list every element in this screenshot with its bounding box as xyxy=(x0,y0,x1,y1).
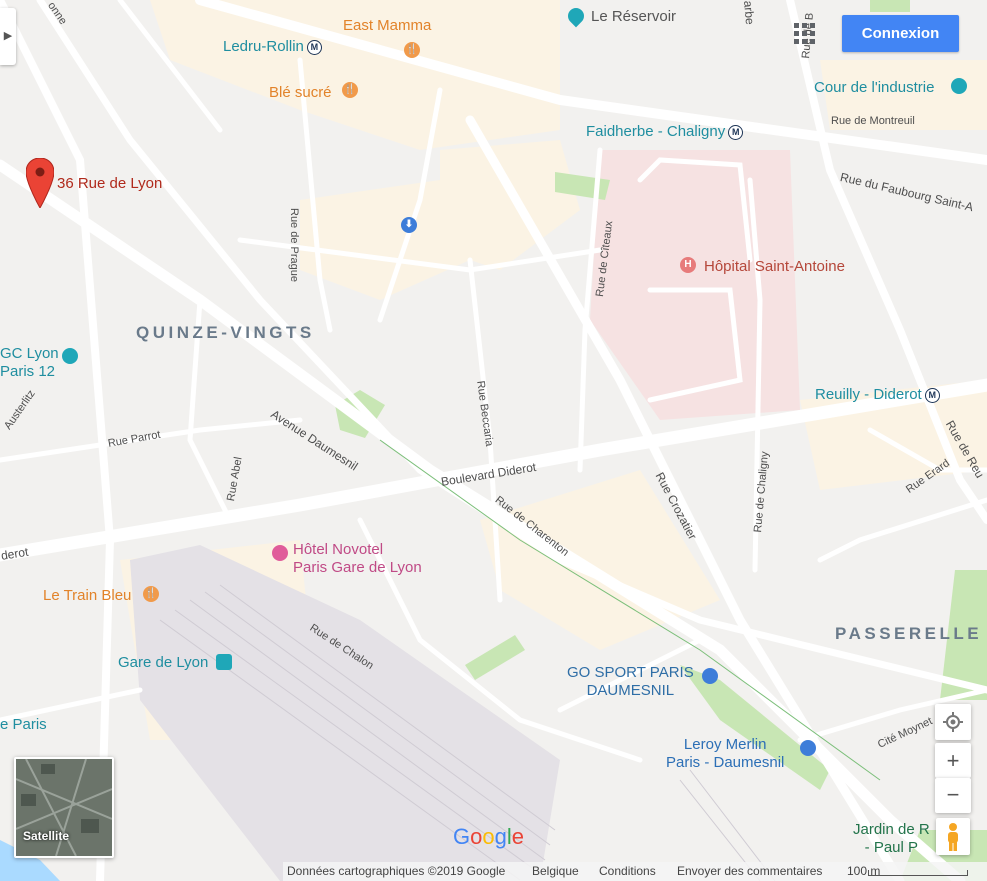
street-top-right-fragment: arbe xyxy=(741,0,758,26)
poi-line: Hôtel Novotel xyxy=(293,541,384,558)
restaurant-icon[interactable]: 🍴 xyxy=(404,42,420,58)
metro-station-reuilly[interactable]: Reuilly - Diderot M xyxy=(815,386,940,403)
scale-bar xyxy=(868,870,968,876)
street-view-pegman-icon[interactable] xyxy=(936,818,970,855)
hotel-icon[interactable] xyxy=(272,545,288,561)
shopping-icon[interactable]: ⬇ xyxy=(401,217,417,233)
send-feedback-link[interactable]: Envoyer des commentaires xyxy=(677,864,822,878)
poi-hotel-novotel[interactable]: Hôtel Novotel Paris Gare de Lyon xyxy=(293,541,422,577)
poi-jardin[interactable]: Jardin de R - Paul P xyxy=(853,821,930,857)
google-logo: Google xyxy=(453,824,525,849)
attraction-icon[interactable] xyxy=(951,78,967,94)
poi-line: Leroy Merlin xyxy=(683,736,767,753)
poi-cour-industrie[interactable]: Cour de l'industrie xyxy=(814,79,934,96)
poi-line: - Paul P xyxy=(864,839,919,856)
marker-pin-icon xyxy=(25,157,55,210)
station-name: Reuilly - Diderot xyxy=(815,386,922,403)
poi-line: GO SPORT PARIS xyxy=(567,664,694,681)
map-data-attribution: Données cartographiques ©2019 Google xyxy=(287,864,506,878)
metro-icon: M xyxy=(728,125,744,140)
chevron-right-icon: ▶ xyxy=(3,30,13,42)
zoom-in-button[interactable]: + xyxy=(935,743,971,778)
terms-link[interactable]: Conditions xyxy=(599,864,656,878)
zoom-out-button[interactable]: − xyxy=(935,778,971,813)
restaurant-icon[interactable]: 🍴 xyxy=(342,82,358,98)
street-rue-de-prague: Rue de Prague xyxy=(288,208,300,282)
apps-grid-icon[interactable] xyxy=(794,23,816,45)
metro-icon: M xyxy=(306,40,322,55)
cinema-icon[interactable] xyxy=(62,348,78,364)
poi-leroy-merlin[interactable]: Leroy Merlin Paris - Daumesnil xyxy=(666,736,784,772)
poi-line: Paris Gare de Lyon xyxy=(293,559,422,576)
poi-go-sport[interactable]: GO SPORT PARIS DAUMESNIL xyxy=(567,664,694,700)
metro-station-ledru-rollin[interactable]: Ledru-Rollin M xyxy=(223,38,322,55)
train-station-icon[interactable] xyxy=(216,654,232,670)
marker-label: 36 Rue de Lyon xyxy=(57,175,163,192)
poi-line: Jardin de R xyxy=(853,821,930,838)
location-marker[interactable] xyxy=(25,157,55,210)
poi-line: Paris 12 xyxy=(0,363,56,380)
map-footer: Données cartographiques ©2019 Google Bel… xyxy=(0,862,987,881)
street-rue-de-montreuil: Rue de Montreuil xyxy=(831,115,915,127)
poi-line: Paris - Daumesnil xyxy=(666,754,785,771)
poi-ble-sucre[interactable]: Blé sucré xyxy=(269,84,332,101)
sign-in-button[interactable]: Connexion xyxy=(842,15,959,52)
station-name: Ledru-Rollin xyxy=(223,38,304,55)
country-link[interactable]: Belgique xyxy=(532,864,579,878)
pegman-icon xyxy=(948,823,958,851)
satellite-toggle[interactable]: Satellite xyxy=(14,757,114,858)
poi-east-mamma[interactable]: East Mamma xyxy=(343,17,431,34)
shopping-bag-icon[interactable] xyxy=(800,740,816,756)
neighborhood-quinze-vingts: QUINZE-VINGTS xyxy=(136,323,315,342)
poi-line: GC Lyon xyxy=(0,345,59,362)
restaurant-icon[interactable]: 🍴 xyxy=(143,586,159,602)
poi-gare-de-lyon[interactable]: Gare de Lyon xyxy=(118,654,208,671)
poi-le-reservoir[interactable]: Le Réservoir xyxy=(591,8,676,25)
poi-hopital-saint-antoine[interactable]: Hôpital Saint-Antoine xyxy=(704,258,845,275)
neighborhood-passerelle: PASSERELLE xyxy=(835,624,983,643)
station-name: Faidherbe - Chaligny xyxy=(586,123,726,140)
collapse-side-panel-button[interactable]: ▶ xyxy=(0,8,16,65)
poi-line: DAUMESNIL xyxy=(586,682,675,699)
satellite-label: Satellite xyxy=(23,829,70,843)
poi-de-paris[interactable]: e Paris xyxy=(0,716,47,733)
shopping-bag-icon[interactable] xyxy=(702,668,718,684)
metro-icon: M xyxy=(924,388,940,403)
poi-ugc-lyon[interactable]: GC Lyon Paris 12 xyxy=(0,345,59,381)
metro-station-faidherbe[interactable]: Faidherbe - Chaligny M xyxy=(586,123,744,140)
crosshair-icon xyxy=(943,712,963,732)
my-location-button[interactable] xyxy=(935,704,971,740)
poi-le-train-bleu[interactable]: Le Train Bleu xyxy=(43,587,131,604)
hospital-icon[interactable]: H xyxy=(680,257,696,273)
